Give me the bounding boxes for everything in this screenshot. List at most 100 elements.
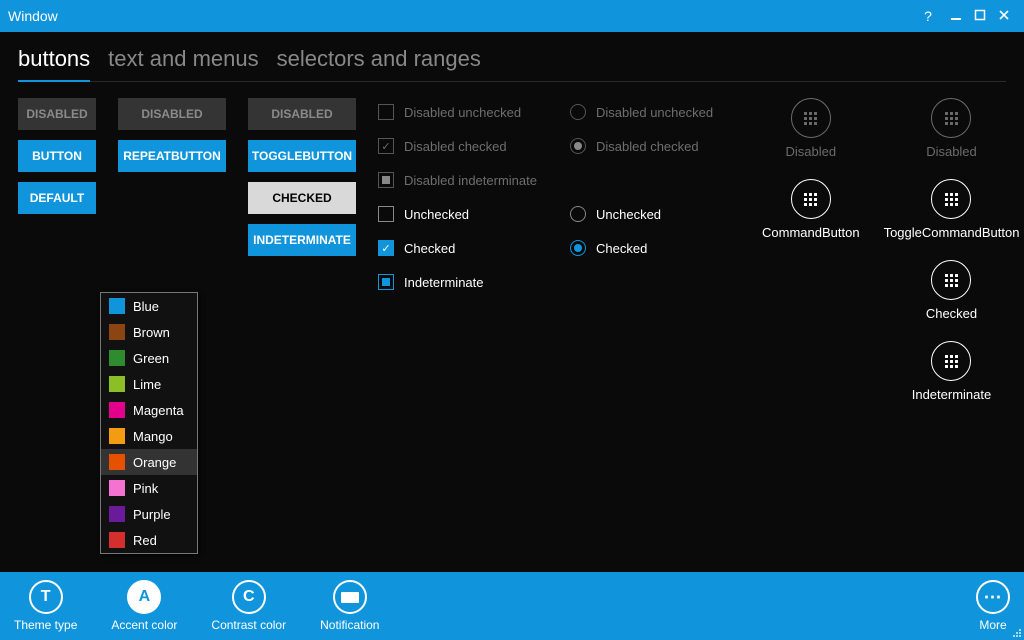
color-option-label: Purple xyxy=(133,507,171,522)
radio-column: Disabled unchecked Disabled checked Unch… xyxy=(570,98,740,256)
color-option-label: Brown xyxy=(133,325,170,340)
radio-icon xyxy=(570,206,586,222)
button-column: DISABLED BUTTON DEFAULT xyxy=(18,98,96,214)
tab-buttons[interactable]: buttons xyxy=(18,42,90,82)
checkbox-disabled-checked: Disabled checked xyxy=(378,138,548,154)
resize-grip-icon[interactable] xyxy=(1010,626,1022,638)
notification-icon xyxy=(333,580,367,614)
help-button[interactable]: ? xyxy=(916,8,940,24)
color-swatch-icon xyxy=(109,350,125,366)
checkbox-label: Checked xyxy=(404,241,455,256)
repeat-main[interactable]: REPEATBUTTON xyxy=(118,140,226,172)
cmd-label: Disabled xyxy=(926,144,977,159)
color-option-pink[interactable]: Pink xyxy=(101,475,197,501)
cmd-label: Checked xyxy=(926,306,977,321)
grid-icon[interactable] xyxy=(931,260,971,300)
appbar-label: Notification xyxy=(320,618,379,632)
checkbox-label: Disabled unchecked xyxy=(404,105,521,120)
color-option-brown[interactable]: Brown xyxy=(101,319,197,345)
cmd-togglecommandbutton: ToggleCommandButton xyxy=(884,179,1020,240)
cmd-checked: Checked xyxy=(926,260,977,321)
color-option-magenta[interactable]: Magenta xyxy=(101,397,197,423)
radio-label: Disabled unchecked xyxy=(596,105,713,120)
more-icon: ⋯ xyxy=(976,580,1010,614)
button-default[interactable]: DEFAULT xyxy=(18,182,96,214)
toggle-indeterminate[interactable]: INDETERMINATE xyxy=(248,224,356,256)
cmd-label: ToggleCommandButton xyxy=(884,225,1020,240)
color-swatch-icon xyxy=(109,428,125,444)
radio-label: Disabled checked xyxy=(596,139,699,154)
cmd-label: Indeterminate xyxy=(912,387,992,402)
repeat-disabled: DISABLED xyxy=(118,98,226,130)
toggle-checked[interactable]: CHECKED xyxy=(248,182,356,214)
minimize-button[interactable] xyxy=(944,8,968,24)
grid-icon[interactable] xyxy=(791,179,831,219)
repeatbutton-column: DISABLED REPEATBUTTON xyxy=(118,98,226,172)
checkbox-icon xyxy=(378,240,394,256)
commandbutton-area: Disabled CommandButton Disabled ToggleCo… xyxy=(762,98,1019,402)
maximize-button[interactable] xyxy=(968,8,992,24)
radio-label: Unchecked xyxy=(596,207,661,222)
appbar-label: More xyxy=(979,618,1006,632)
appbar-contrast-color[interactable]: C Contrast color xyxy=(211,580,286,632)
checkbox-icon xyxy=(378,138,394,154)
color-option-label: Pink xyxy=(133,481,158,496)
checkbox-unchecked[interactable]: Unchecked xyxy=(378,206,548,222)
checkbox-checked[interactable]: Checked xyxy=(378,240,548,256)
color-option-orange[interactable]: Orange xyxy=(101,449,197,475)
close-button[interactable] xyxy=(992,8,1016,24)
cmd-indeterminate: Indeterminate xyxy=(912,341,992,402)
color-swatch-icon xyxy=(109,532,125,548)
letter-t-icon: T xyxy=(29,580,63,614)
radio-label: Checked xyxy=(596,241,647,256)
cmd-disabled-1: Disabled xyxy=(785,98,836,159)
accent-color-dropdown[interactable]: Blue Brown Green Lime Magenta MangoOrange Pink… xyxy=(100,292,198,554)
color-option-blue[interactable]: Blue xyxy=(101,293,197,319)
checkbox-column: Disabled unchecked Disabled checked Disa… xyxy=(378,98,548,290)
appbar-notification[interactable]: Notification xyxy=(320,580,379,632)
content-area: buttons text and menus selectors and ran… xyxy=(0,32,1024,572)
color-option-label: Magenta xyxy=(133,403,184,418)
tab-text-menus[interactable]: text and menus xyxy=(108,42,258,81)
color-option-label: Blue xyxy=(133,299,159,314)
color-swatch-icon xyxy=(109,454,125,470)
button-main[interactable]: BUTTON xyxy=(18,140,96,172)
color-option-mango[interactable]: Mango xyxy=(101,423,197,449)
checkbox-disabled-unchecked: Disabled unchecked xyxy=(378,104,548,120)
appbar-more[interactable]: ⋯ More xyxy=(976,580,1010,632)
appbar-label: Accent color xyxy=(111,618,177,632)
appbar-theme-type[interactable]: T Theme type xyxy=(14,580,77,632)
radio-icon xyxy=(570,138,586,154)
color-option-green[interactable]: Green xyxy=(101,345,197,371)
radio-checked[interactable]: Checked xyxy=(570,240,740,256)
color-option-label: Lime xyxy=(133,377,161,392)
color-swatch-icon xyxy=(109,480,125,496)
tab-selectors-ranges[interactable]: selectors and ranges xyxy=(277,42,481,81)
grid-icon[interactable] xyxy=(931,341,971,381)
color-option-label: Green xyxy=(133,351,169,366)
checkbox-label: Disabled indeterminate xyxy=(404,173,537,188)
grid-icon xyxy=(791,98,831,138)
color-option-lime[interactable]: Lime xyxy=(101,371,197,397)
checkbox-icon xyxy=(378,172,394,188)
titlebar: Window ? xyxy=(0,0,1024,32)
appbar: T Theme type A Accent color C Contrast c… xyxy=(0,572,1024,640)
appbar-accent-color[interactable]: A Accent color xyxy=(111,580,177,632)
window-title: Window xyxy=(8,8,916,24)
radio-disabled-unchecked: Disabled unchecked xyxy=(570,104,740,120)
cmd-disabled-2: Disabled xyxy=(926,98,977,159)
toggle-disabled: DISABLED xyxy=(248,98,356,130)
toggle-main[interactable]: TOGGLEBUTTON xyxy=(248,140,356,172)
grid-icon[interactable] xyxy=(931,179,971,219)
cmd-label: Disabled xyxy=(785,144,836,159)
radio-unchecked[interactable]: Unchecked xyxy=(570,206,740,222)
appbar-label: Contrast color xyxy=(211,618,286,632)
color-option-label: Red xyxy=(133,533,157,548)
color-option-purple[interactable]: Purple xyxy=(101,501,197,527)
appbar-label: Theme type xyxy=(14,618,77,632)
cmd-commandbutton: CommandButton xyxy=(762,179,860,240)
color-option-red[interactable]: Red xyxy=(101,527,197,553)
checkbox-label: Disabled checked xyxy=(404,139,507,154)
checkbox-icon xyxy=(378,206,394,222)
checkbox-indeterminate[interactable]: Indeterminate xyxy=(378,274,548,290)
